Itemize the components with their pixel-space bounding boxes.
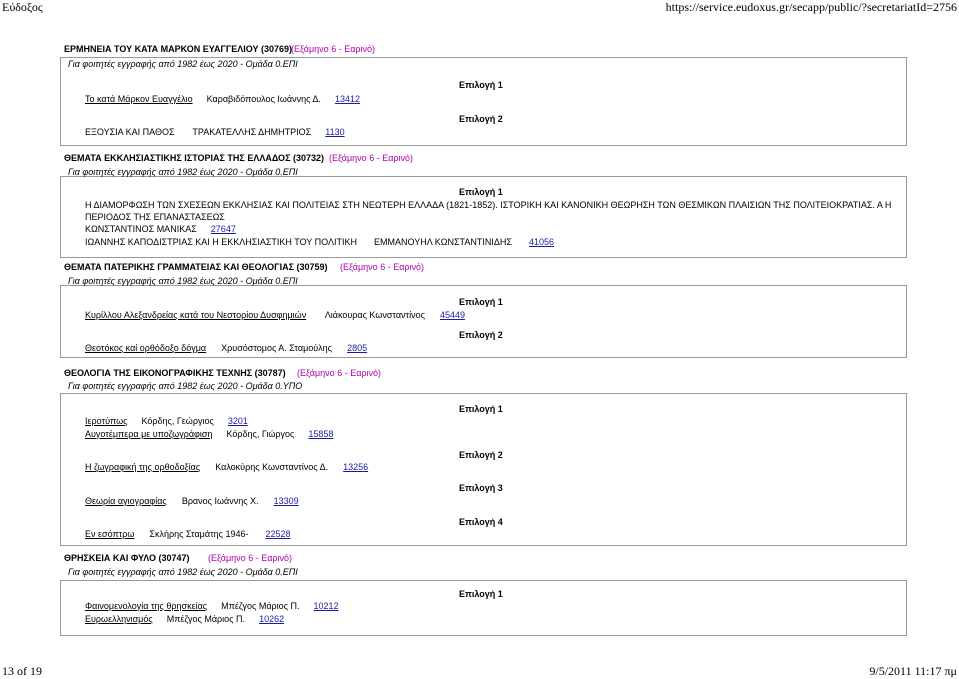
course-semester: (Εξάμηνο 6 - Εαρινό) xyxy=(291,44,376,54)
book-row: ΚΩΝΣΤΑΝΤΙΝΟΣ ΜΑΝΙΚΑΣ 27647 xyxy=(85,224,236,234)
book-author: Σκλήρης Σταμάτης 1946- xyxy=(149,529,249,539)
course-semester: (Εξάμηνο 6 - Εαρινό) xyxy=(297,368,382,378)
choice-label: Επιλογή 1 xyxy=(459,187,503,197)
book-row: Το κατά Μάρκον Ευαγγέλιο Καραβιδόπουλος … xyxy=(85,94,360,104)
book-row: Ευρωελληνισμός Μπέζγος Μάριος Π. 10262 xyxy=(85,614,284,624)
course-semester: (Εξάμηνο 6 - Εαρινό) xyxy=(329,153,414,163)
book-row: Φαινομενολογία της θρησκείας Μπέζγος Μάρ… xyxy=(85,601,339,611)
book-code-link[interactable]: 10212 xyxy=(314,601,339,611)
course-title: ΕΡΜΗΝΕΙΑ ΤΟΥ ΚΑΤΑ ΜΑΡΚΟΝ ΕΥΑΓΓΕΛΙΟΥ (307… xyxy=(64,44,293,54)
book-author: Καραβιδόπουλος Ιωάννης Δ. xyxy=(206,94,321,104)
page-number: 13 of 19 xyxy=(2,664,42,678)
book-code-link[interactable]: 13309 xyxy=(274,496,299,506)
book-title[interactable]: Εν εσόπτρω xyxy=(85,529,134,539)
book-author: Μπέζγος Μάριος Π. xyxy=(166,614,246,624)
book-code-link[interactable]: 2805 xyxy=(347,343,367,353)
book-title: ΕΞΟΥΣΙΑ ΚΑΙ ΠΑΘΟΣ xyxy=(85,127,175,137)
book-author: Μπέζγος Μάριος Π. xyxy=(221,601,300,611)
book-title[interactable]: Ευρωελληνισμός xyxy=(85,614,153,624)
book-code-link[interactable]: 22528 xyxy=(266,529,291,539)
book-row: Θεωρία αγιογραφίας Βρανος Ιωάννης Χ. 133… xyxy=(85,496,299,506)
book-code-link[interactable]: 27647 xyxy=(211,224,236,234)
book-row: Αυγοτέμπερα με υποζωγράφιση Κόρδης, Γιώρ… xyxy=(85,429,333,439)
page-url: https://service.eudoxus.gr/secapp/public… xyxy=(665,0,957,14)
choice-label: Επιλογή 1 xyxy=(459,404,503,414)
choice-label: Επιλογή 1 xyxy=(459,80,503,90)
choice-label: Επιλογή 2 xyxy=(459,114,503,124)
book-title[interactable]: Κυρίλλου Αλεξανδρείας κατά του Νεστορίου… xyxy=(85,310,306,320)
book-row: Εν εσόπτρω Σκλήρης Σταμάτης 1946- 22528 xyxy=(85,529,291,539)
book-row: Η ζωγραφική της ορθοδοξίας Καλοκύρης Κων… xyxy=(85,462,368,472)
book-code-link[interactable]: 13256 xyxy=(343,462,368,472)
choice-label: Επιλογή 2 xyxy=(459,450,503,460)
course-note: Για φοιτητές εγγραφής από 1982 έως 2020 … xyxy=(68,276,298,286)
book-title[interactable]: Θεωρία αγιογραφίας xyxy=(85,496,167,506)
book-code-link[interactable]: 3201 xyxy=(228,416,248,426)
print-datetime: 9/5/2011 11:17 πμ xyxy=(869,664,957,678)
course-note: Για φοιτητές εγγραφής από 1982 έως 2020 … xyxy=(68,167,298,177)
book-author: Λιάκουρας Κωνσταντίνος xyxy=(324,310,425,320)
course-note: Για φοιτητές εγγραφής από 1982 έως 2020 … xyxy=(68,567,298,577)
book-row: Η ΔΙΑΜΟΡΦΩΣΗ ΤΩΝ ΣΧΕΣΕΩΝ ΕΚΚΛΗΣΙΑΣ ΚΑΙ Π… xyxy=(85,200,891,210)
choice-label: Επιλογή 1 xyxy=(459,589,503,599)
book-title[interactable]: Φαινομενολογία της θρησκείας xyxy=(85,601,207,611)
book-author: ΚΩΝΣΤΑΝΤΙΝΟΣ ΜΑΝΙΚΑΣ xyxy=(85,224,197,234)
course-title: ΘΕΟΛΟΓΙΑ ΤΗΣ ΕΙΚΟΝΟΓΡΑΦΙΚΗΣ ΤΕΧΝΗΣ (3078… xyxy=(64,368,286,378)
book-author: Καλοκύρης Κωνσταντίνος Δ. xyxy=(215,462,329,472)
book-title: ΙΩΑΝΝΗΣ ΚΑΠΟΔΙΣΤΡΙΑΣ ΚΑΙ Η ΕΚΚΛΗΣΙΑΣΤΙΚΗ… xyxy=(85,237,357,247)
book-author: Κόρδης, Γιώργος xyxy=(226,429,295,439)
course-semester: (Εξάμηνο 6 - Εαρινό) xyxy=(340,262,425,272)
book-title[interactable]: Θεοτόκος καί ορθόδοξο δόγμα xyxy=(85,343,206,353)
book-code-link[interactable]: 45449 xyxy=(440,310,465,320)
choice-label: Επιλογή 1 xyxy=(459,297,503,307)
book-title[interactable]: Το κατά Μάρκον Ευαγγέλιο xyxy=(85,94,193,104)
book-row: Θεοτόκος καί ορθόδοξο δόγμα Χρυσόστομος … xyxy=(85,343,367,353)
book-code-link[interactable]: 41056 xyxy=(529,237,554,247)
book-author: Χρυσόστομος Α. Σταμούλης xyxy=(221,343,333,353)
course-title: ΘΕΜΑΤΑ ΕΚΚΛΗΣΙΑΣΤΙΚΗΣ ΙΣΤΟΡΙΑΣ ΤΗΣ ΕΛΛΑΔ… xyxy=(64,153,324,163)
book-row: Κυρίλλου Αλεξανδρείας κατά του Νεστορίου… xyxy=(85,310,465,320)
book-author: ΤΡΑΚΑΤΕΛΛΗΣ ΔΗΜΗΤΡΙΟΣ xyxy=(192,127,312,137)
book-code-link[interactable]: 1130 xyxy=(325,127,344,137)
book-row: Ιεροτύπως Κόρδης, Γεώργιος 3201 xyxy=(85,416,248,426)
book-code-link[interactable]: 10262 xyxy=(259,614,284,624)
book-author: Βρανος Ιωάννης Χ. xyxy=(181,496,259,506)
course-semester: (Εξάμηνο 6 - Εαρινό) xyxy=(208,553,293,563)
book-title: Η ΔΙΑΜΟΡΦΩΣΗ ΤΩΝ ΣΧΕΣΕΩΝ ΕΚΚΛΗΣΙΑΣ ΚΑΙ Π… xyxy=(85,200,892,210)
choice-label: Επιλογή 4 xyxy=(459,517,503,527)
book-author: ΕΜΜΑΝΟΥΗΛ ΚΩΝΣΤΑΝΤΙΝΙΔΗΣ xyxy=(374,237,512,247)
book-code-link[interactable]: 15858 xyxy=(308,429,333,439)
book-code-link[interactable]: 13412 xyxy=(335,94,360,104)
course-note: Για φοιτητές εγγραφής από 1982 έως 2020 … xyxy=(68,381,303,391)
book-title[interactable]: Η ζωγραφική της ορθοδοξίας xyxy=(85,462,200,472)
book-title[interactable]: Αυγοτέμπερα με υποζωγράφιση xyxy=(85,429,212,439)
book-row: ΙΩΑΝΝΗΣ ΚΑΠΟΔΙΣΤΡΙΑΣ ΚΑΙ Η ΕΚΚΛΗΣΙΑΣΤΙΚΗ… xyxy=(85,237,554,247)
book-title[interactable]: Ιεροτύπως xyxy=(85,416,127,426)
course-title: ΘΕΜΑΤΑ ΠΑΤΕΡΙΚΗΣ ΓΡΑΜΜΑΤΕΙΑΣ ΚΑΙ ΘΕΟΛΟΓΙ… xyxy=(64,262,328,272)
book-title-continued: ΠΕΡΙΟΔΟΣ ΤΗΣ ΕΠΑΝΑΣΤΑΣΕΩΣ xyxy=(85,212,225,222)
choice-label: Επιλογή 3 xyxy=(459,483,503,493)
book-row: ΕΞΟΥΣΙΑ ΚΑΙ ΠΑΘΟΣ ΤΡΑΚΑΤΕΛΛΗΣ ΔΗΜΗΤΡΙΟΣ … xyxy=(85,127,345,137)
course-title: ΘΡΗΣΚΕΙΑ ΚΑΙ ΦΥΛΟ (30747) xyxy=(64,553,190,563)
book-author: Κόρδης, Γεώργιος xyxy=(141,416,214,426)
course-note: Για φοιτητές εγγραφής από 1982 έως 2020 … xyxy=(68,59,298,69)
browser-page-title: Εύδοξος xyxy=(2,0,43,14)
choice-label: Επιλογή 2 xyxy=(459,330,503,340)
